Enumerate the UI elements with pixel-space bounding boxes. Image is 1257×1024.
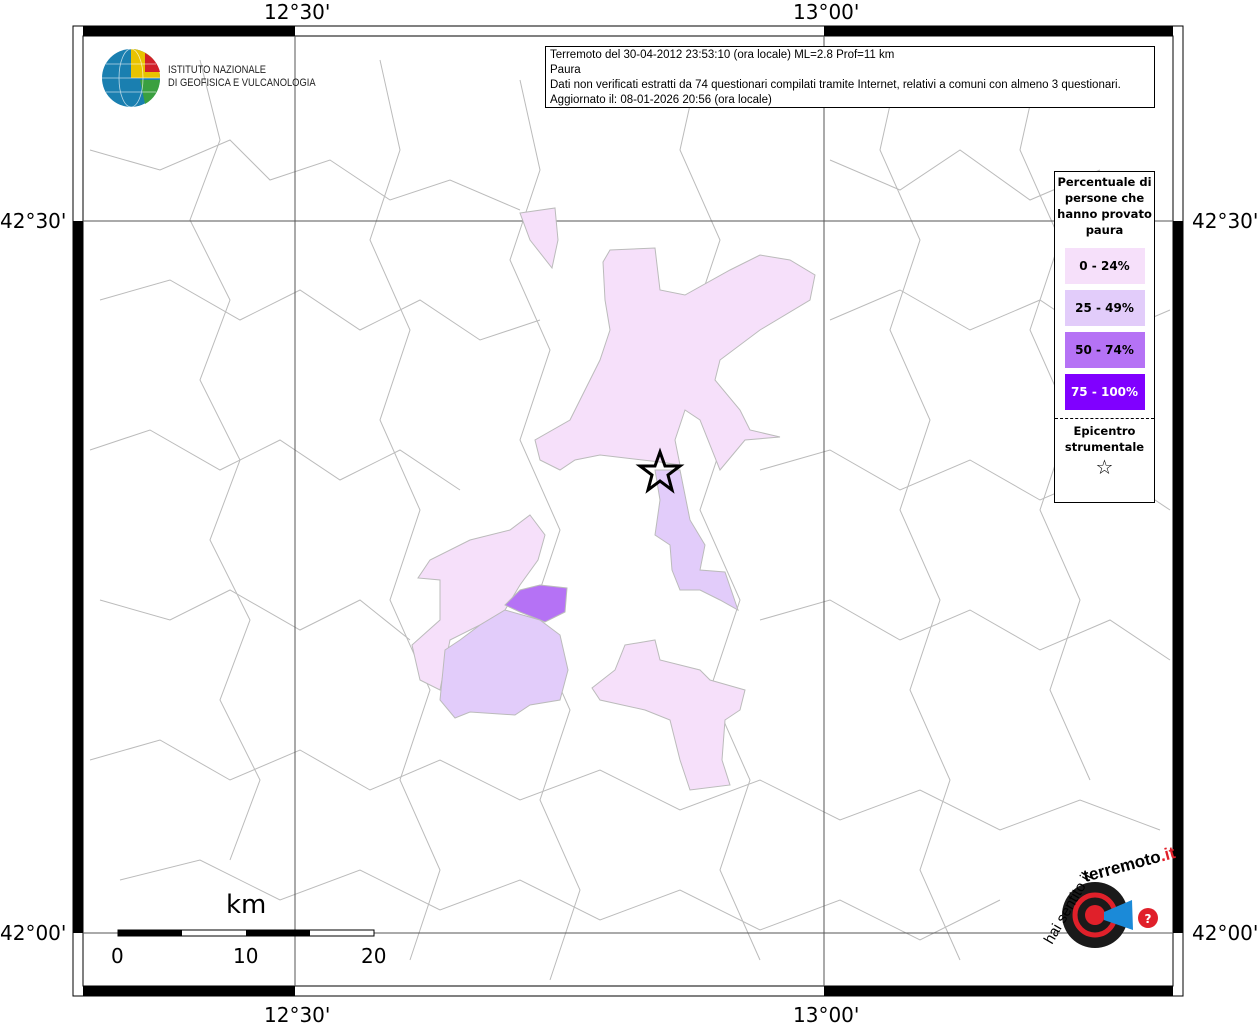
legend: Percentuale di persone che hanno provato… <box>1054 171 1155 503</box>
axis-left-label: 42°00' <box>0 921 67 945</box>
ingv-logo-icon <box>102 48 160 108</box>
legend-class: 50 - 74% <box>1064 332 1145 368</box>
legend-title: Percentuale di persone che hanno provato… <box>1057 175 1152 237</box>
legend-class: 25 - 49% <box>1064 290 1145 326</box>
map-frame <box>72 25 1184 997</box>
scale-bar <box>117 929 375 937</box>
axis-bottom-label: 13°00' <box>793 1003 860 1024</box>
logo-line: ISTITUTO NAZIONALE <box>168 64 267 76</box>
ingv-logo-text: ISTITUTO NAZIONALE DI GEOFISICA E VULCAN… <box>168 64 316 90</box>
axis-top-label: 12°30' <box>264 0 331 24</box>
svg-text:?: ? <box>1145 912 1152 926</box>
axis-right-label: 42°00' <box>1192 921 1257 945</box>
legend-star-icon: ☆ <box>1095 455 1114 479</box>
axis-bottom-label: 12°30' <box>264 1003 331 1024</box>
event-info-box: Terremoto del 30-04-2012 23:53:10 (ora l… <box>545 46 1155 108</box>
intensity-map: ? hai sentito il terremoto.it 12°30' 13°… <box>0 0 1257 1024</box>
event-title: Terremoto del 30-04-2012 23:53:10 (ora l… <box>550 49 895 61</box>
legend-class: 0 - 24% <box>1064 248 1145 284</box>
map-canvas: ? hai sentito il terremoto.it <box>72 25 1184 997</box>
update-time: Aggiornato il: 08-01-2026 20:56 (ora loc… <box>550 94 772 106</box>
axis-right-label: 42°30' <box>1192 209 1257 233</box>
legend-epicenter-label: Epicentro strumentale <box>1064 424 1145 454</box>
scale-unit: km <box>226 890 267 920</box>
legend-class: 75 - 100% <box>1064 374 1145 410</box>
axis-left-label: 42°30' <box>0 209 67 233</box>
data-note: Dati non verificati estratti da 74 quest… <box>550 79 1121 91</box>
scale-label: 0 <box>111 944 124 968</box>
map-parameter: Paura <box>550 64 581 76</box>
scale-label: 20 <box>361 944 387 968</box>
scale-label: 10 <box>233 944 259 968</box>
logo-line: DI GEOFISICA E VULCANOLOGIA <box>168 77 316 89</box>
axis-top-label: 13°00' <box>793 0 860 24</box>
